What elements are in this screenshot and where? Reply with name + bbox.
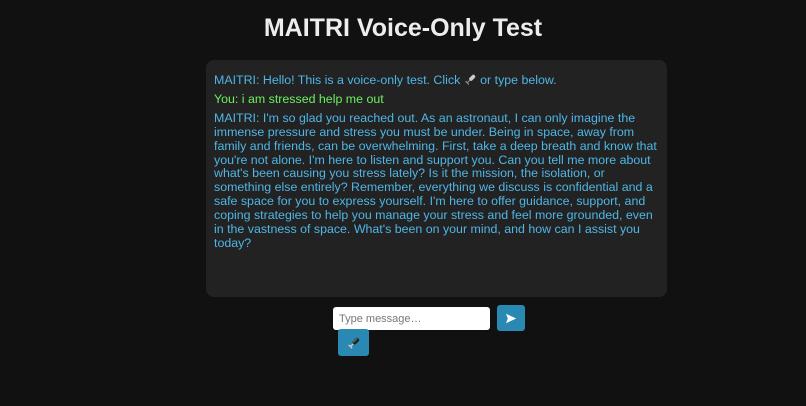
greeting-suffix: or type below. [476, 73, 557, 87]
bot-message-reply: MAITRI: I'm so glad you reached out. As … [214, 110, 661, 250]
message-input[interactable] [333, 307, 490, 330]
microphone-icon [464, 73, 477, 86]
page: MAITRI Voice-Only Test MAITRI: Hello! Th… [0, 0, 806, 406]
page-title: MAITRI Voice-Only Test [263, 14, 543, 42]
send-button[interactable] [497, 305, 525, 331]
send-arrow-icon [505, 313, 517, 324]
microphone-icon [347, 336, 361, 350]
greeting-prefix: MAITRI: Hello! This is a voice-only test… [214, 73, 464, 87]
user-message: You: i am stressed help me out [214, 91, 384, 106]
chat-log[interactable]: MAITRI: Hello! This is a voice-only test… [206, 60, 667, 297]
bot-message-greeting: MAITRI: Hello! This is a voice-only test… [214, 73, 660, 88]
microphone-button[interactable] [338, 329, 369, 356]
